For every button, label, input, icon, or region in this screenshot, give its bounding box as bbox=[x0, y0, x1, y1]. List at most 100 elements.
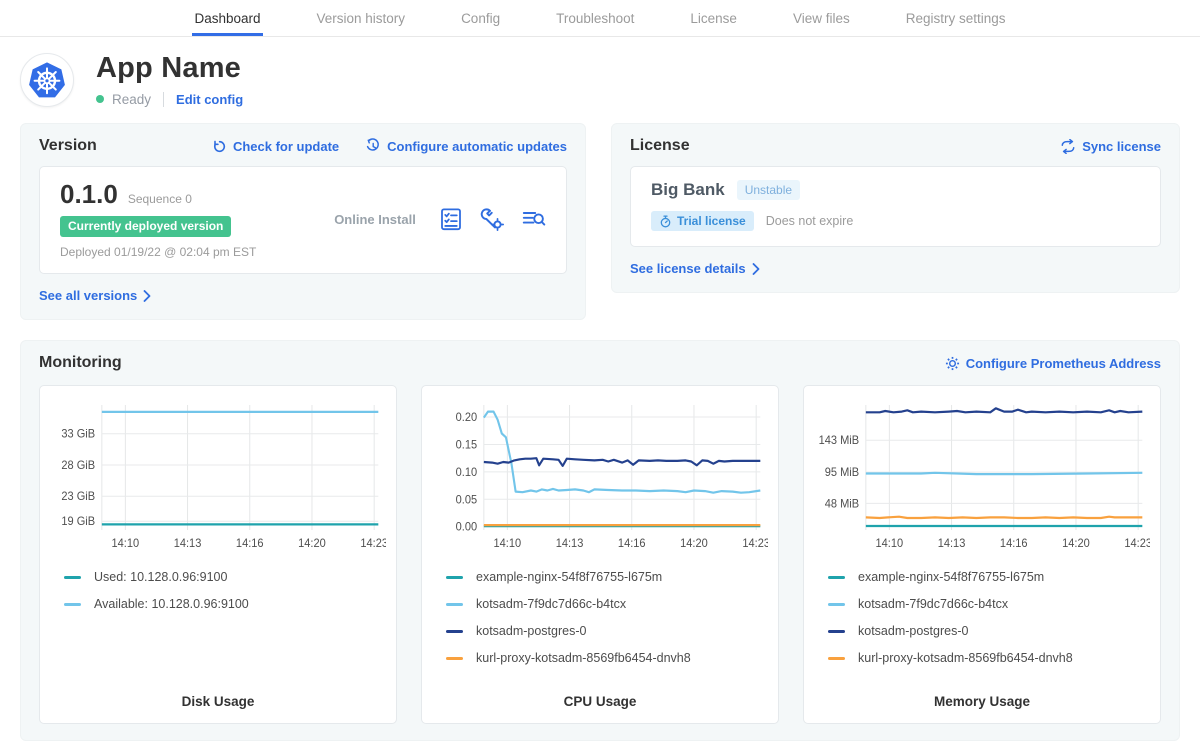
tab-dashboard[interactable]: Dashboard bbox=[192, 0, 262, 36]
see-license-details-label: See license details bbox=[630, 261, 746, 276]
disk-usage-legend: Used: 10.128.0.96:9100 Available: 10.128.… bbox=[64, 570, 386, 688]
legend-label: Used: 10.128.0.96:9100 bbox=[94, 570, 227, 584]
tab-license[interactable]: License bbox=[688, 0, 739, 36]
chevron-right-icon bbox=[143, 290, 151, 302]
svg-text:14:23: 14:23 bbox=[742, 538, 768, 550]
svg-text:28 GiB: 28 GiB bbox=[61, 460, 95, 472]
legend-item: kotsadm-7f9dc7d66c-b4tcx bbox=[828, 597, 1150, 611]
svg-text:14:20: 14:20 bbox=[680, 538, 708, 550]
app-header: App Name Ready Edit config bbox=[0, 37, 1200, 121]
sync-icon bbox=[1060, 139, 1076, 154]
legend-color-dash bbox=[446, 603, 463, 606]
memory-usage-legend: example-nginx-54f8f76755-l675m kotsadm-7f… bbox=[828, 570, 1150, 688]
tab-config[interactable]: Config bbox=[459, 0, 502, 36]
legend-label: kotsadm-postgres-0 bbox=[476, 624, 586, 638]
see-license-details-link[interactable]: See license details bbox=[630, 261, 760, 276]
memory-usage-chart-card: 14:1014:1314:1614:2014:23143 MiB95 MiB48… bbox=[803, 385, 1161, 724]
divider bbox=[163, 92, 164, 107]
svg-text:14:13: 14:13 bbox=[556, 538, 584, 550]
legend-color-dash bbox=[64, 576, 81, 579]
legend-color-dash bbox=[446, 657, 463, 660]
check-for-update-link[interactable]: Check for update bbox=[212, 138, 339, 154]
svg-text:0.20: 0.20 bbox=[456, 412, 477, 424]
svg-text:0.15: 0.15 bbox=[456, 439, 477, 451]
version-card: Version Check for update Configure au bbox=[20, 123, 586, 320]
legend-color-dash bbox=[828, 630, 845, 633]
license-card: License Sync license Big Bank Unstable bbox=[611, 123, 1180, 293]
chevron-right-icon bbox=[752, 263, 760, 275]
config-wrench-icon[interactable] bbox=[480, 207, 504, 231]
legend-item: kotsadm-7f9dc7d66c-b4tcx bbox=[446, 597, 768, 611]
svg-text:143 MiB: 143 MiB bbox=[819, 435, 859, 447]
customer-name: Big Bank bbox=[651, 180, 725, 200]
disk-usage-chart: 14:1014:1314:1614:2014:2333 GiB28 GiB23 … bbox=[50, 398, 386, 556]
sync-license-link[interactable]: Sync license bbox=[1060, 139, 1161, 154]
svg-text:14:16: 14:16 bbox=[236, 538, 264, 550]
legend-label: kotsadm-7f9dc7d66c-b4tcx bbox=[858, 597, 1008, 611]
svg-text:14:10: 14:10 bbox=[112, 538, 140, 550]
stopwatch-icon bbox=[659, 215, 672, 228]
legend-color-dash bbox=[446, 630, 463, 633]
version-sequence: Sequence 0 bbox=[128, 192, 192, 206]
status-dot bbox=[96, 95, 104, 103]
version-number: 0.1.0 bbox=[60, 179, 118, 210]
tab-registry-settings[interactable]: Registry settings bbox=[904, 0, 1008, 36]
legend-item: Available: 10.128.0.96:9100 bbox=[64, 597, 386, 611]
tab-version-history[interactable]: Version history bbox=[315, 0, 408, 36]
see-all-versions-link[interactable]: See all versions bbox=[39, 288, 151, 303]
legend-color-dash bbox=[446, 576, 463, 579]
svg-text:33 GiB: 33 GiB bbox=[61, 429, 95, 441]
gear-icon bbox=[945, 356, 960, 371]
see-all-versions-label: See all versions bbox=[39, 288, 137, 303]
refresh-icon bbox=[212, 139, 227, 154]
license-summary-row: Big Bank Unstable Trial license Does not… bbox=[630, 166, 1161, 247]
install-type-label: Online Install bbox=[310, 212, 440, 227]
legend-item: example-nginx-54f8f76755-l675m bbox=[828, 570, 1150, 584]
current-version-row: 0.1.0 Sequence 0 Currently deployed vers… bbox=[39, 166, 567, 274]
cpu-usage-chart-title: CPU Usage bbox=[432, 694, 768, 709]
svg-text:14:20: 14:20 bbox=[298, 538, 326, 550]
svg-text:14:10: 14:10 bbox=[494, 538, 522, 550]
svg-text:14:13: 14:13 bbox=[174, 538, 202, 550]
legend-color-dash bbox=[828, 603, 845, 606]
monitoring-title: Monitoring bbox=[39, 354, 122, 372]
configure-automatic-updates-label: Configure automatic updates bbox=[387, 139, 567, 154]
svg-text:95 MiB: 95 MiB bbox=[825, 467, 859, 479]
sync-license-label: Sync license bbox=[1082, 139, 1161, 154]
svg-text:14:16: 14:16 bbox=[618, 538, 646, 550]
svg-text:19 GiB: 19 GiB bbox=[61, 516, 95, 528]
legend-item: kurl-proxy-kotsadm-8569fb6454-dnvh8 bbox=[446, 651, 768, 665]
legend-item: example-nginx-54f8f76755-l675m bbox=[446, 570, 768, 584]
svg-text:14:23: 14:23 bbox=[1124, 538, 1150, 550]
legend-label: example-nginx-54f8f76755-l675m bbox=[858, 570, 1044, 584]
edit-config-link[interactable]: Edit config bbox=[176, 92, 243, 107]
legend-label: kurl-proxy-kotsadm-8569fb6454-dnvh8 bbox=[858, 651, 1073, 665]
svg-text:48 MiB: 48 MiB bbox=[825, 498, 859, 510]
disk-usage-chart-title: Disk Usage bbox=[50, 694, 386, 709]
preflight-checks-icon[interactable] bbox=[440, 207, 462, 231]
tab-view-files[interactable]: View files bbox=[791, 0, 852, 36]
monitoring-section: Monitoring Configure Prometheus Address … bbox=[20, 340, 1180, 741]
tab-troubleshoot[interactable]: Troubleshoot bbox=[554, 0, 636, 36]
svg-text:14:23: 14:23 bbox=[360, 538, 386, 550]
trial-license-badge: Trial license bbox=[651, 211, 754, 231]
legend-color-dash bbox=[828, 576, 845, 579]
trial-license-label: Trial license bbox=[677, 214, 746, 228]
legend-label: example-nginx-54f8f76755-l675m bbox=[476, 570, 662, 584]
deploy-logs-icon[interactable] bbox=[522, 208, 546, 230]
configure-prometheus-link[interactable]: Configure Prometheus Address bbox=[945, 356, 1161, 371]
license-card-title: License bbox=[630, 137, 690, 155]
legend-label: kurl-proxy-kotsadm-8569fb6454-dnvh8 bbox=[476, 651, 691, 665]
configure-automatic-updates-link[interactable]: Configure automatic updates bbox=[365, 138, 567, 154]
svg-text:14:20: 14:20 bbox=[1062, 538, 1090, 550]
status-text: Ready bbox=[112, 92, 151, 107]
top-nav: Dashboard Version history Config Troublesho… bbox=[0, 0, 1200, 37]
memory-usage-chart-title: Memory Usage bbox=[814, 694, 1150, 709]
svg-text:14:16: 14:16 bbox=[1000, 538, 1028, 550]
legend-label: kotsadm-7f9dc7d66c-b4tcx bbox=[476, 597, 626, 611]
cpu-usage-chart-card: 14:1014:1314:1614:2014:230.200.150.100.0… bbox=[421, 385, 779, 724]
svg-text:0.00: 0.00 bbox=[456, 522, 477, 534]
legend-item: kotsadm-postgres-0 bbox=[828, 624, 1150, 638]
channel-badge: Unstable bbox=[737, 180, 800, 200]
page-title: App Name bbox=[96, 53, 243, 85]
